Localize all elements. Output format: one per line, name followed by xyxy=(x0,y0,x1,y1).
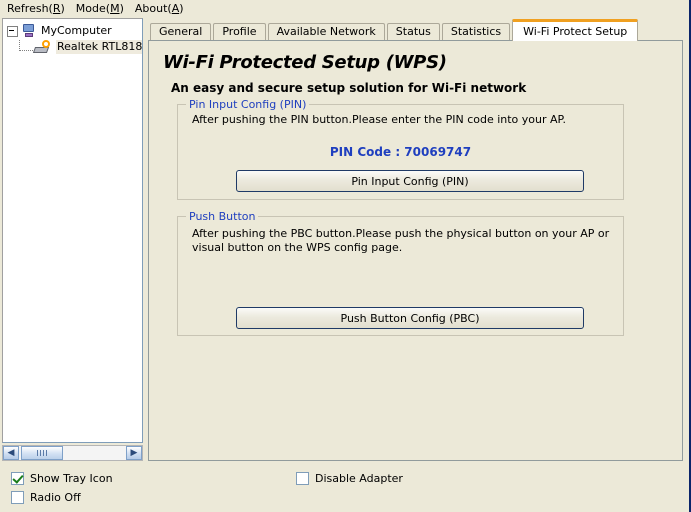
menu-accel-mode: M xyxy=(110,2,120,15)
bottom-bar: Show Tray Icon Radio Off Disable Adapter… xyxy=(0,464,689,512)
tree-connector-line xyxy=(19,39,33,51)
scrollbar-thumb[interactable] xyxy=(21,446,63,460)
push-button-group: Push Button After pushing the PBC button… xyxy=(177,210,624,336)
tab-general[interactable]: General xyxy=(150,23,212,41)
tab-status[interactable]: Status xyxy=(386,23,440,41)
pin-input-config-group: Pin Input Config (PIN) After pushing the… xyxy=(177,98,624,200)
push-button-config-button[interactable]: Push Button Config (PBC) xyxy=(236,307,584,329)
disable-adapter-checkbox[interactable]: Disable Adapter xyxy=(296,472,403,485)
page-title: Wi-Fi Protected Setup (WPS) xyxy=(163,52,447,73)
menu-item-about[interactable]: About(A) xyxy=(131,1,191,16)
push-button-legend: Push Button xyxy=(186,210,259,223)
radio-off-checkbox[interactable]: Radio Off xyxy=(11,491,81,504)
adapter-tree-panel[interactable]: MyComputer Realtek RTL8188 xyxy=(2,18,143,443)
push-button-description: After pushing the PBC button.Please push… xyxy=(192,227,610,254)
tab-strip: General Profile Available Network Status… xyxy=(150,19,640,41)
radio-off-label: Radio Off xyxy=(30,491,81,504)
checkbox-empty-icon[interactable] xyxy=(11,491,24,504)
page-subtitle: An easy and secure setup solution for Wi… xyxy=(171,81,527,95)
tab-available-network[interactable]: Available Network xyxy=(267,23,385,41)
wireless-utility-window: Refresh(R) Mode(M) About(A) MyComputer R… xyxy=(0,0,691,512)
pin-input-config-button[interactable]: Pin Input Config (PIN) xyxy=(236,170,584,192)
computer-icon xyxy=(21,24,37,38)
pin-input-config-description: After pushing the PIN button.Please ente… xyxy=(192,113,566,126)
pin-code-value: PIN Code : 70069747 xyxy=(329,145,472,159)
checkbox-check-icon[interactable] xyxy=(11,472,24,485)
menu-accel-refresh: R xyxy=(52,2,61,15)
scrollbar-track[interactable] xyxy=(19,446,126,460)
tree-horizontal-scrollbar[interactable]: ◀ ▶ xyxy=(2,445,143,461)
pin-input-config-legend: Pin Input Config (PIN) xyxy=(186,98,310,111)
tab-profile[interactable]: Profile xyxy=(213,23,266,41)
tab-wifi-protect-setup[interactable]: Wi-Fi Protect Setup xyxy=(512,19,639,41)
tab-statistics[interactable]: Statistics xyxy=(441,23,511,41)
wps-content-panel: Wi-Fi Protected Setup (WPS) An easy and … xyxy=(148,40,683,461)
tree-item-realtek-adapter[interactable]: Realtek RTL8188 xyxy=(3,39,142,55)
disable-adapter-label: Disable Adapter xyxy=(315,472,403,485)
expander-collapse-icon[interactable] xyxy=(7,25,18,37)
scroll-left-arrow-icon[interactable]: ◀ xyxy=(3,446,19,460)
show-tray-icon-checkbox[interactable]: Show Tray Icon xyxy=(11,472,113,485)
show-tray-icon-label: Show Tray Icon xyxy=(30,472,113,485)
scroll-right-arrow-icon[interactable]: ▶ xyxy=(126,446,142,460)
tree-item-mycomputer[interactable]: MyComputer xyxy=(3,23,142,39)
menu-item-mode[interactable]: Mode(M) xyxy=(72,1,131,16)
wireless-adapter-icon xyxy=(32,40,53,54)
menu-accel-about: A xyxy=(171,2,180,15)
menu-item-refresh[interactable]: Refresh(R) xyxy=(3,1,72,16)
checkbox-empty-icon[interactable] xyxy=(296,472,309,485)
tree-item-mycomputer-label: MyComputer xyxy=(41,24,112,37)
tree-item-realtek-adapter-label: Realtek RTL8188 xyxy=(56,40,142,54)
menu-bar: Refresh(R) Mode(M) About(A) xyxy=(0,0,689,17)
